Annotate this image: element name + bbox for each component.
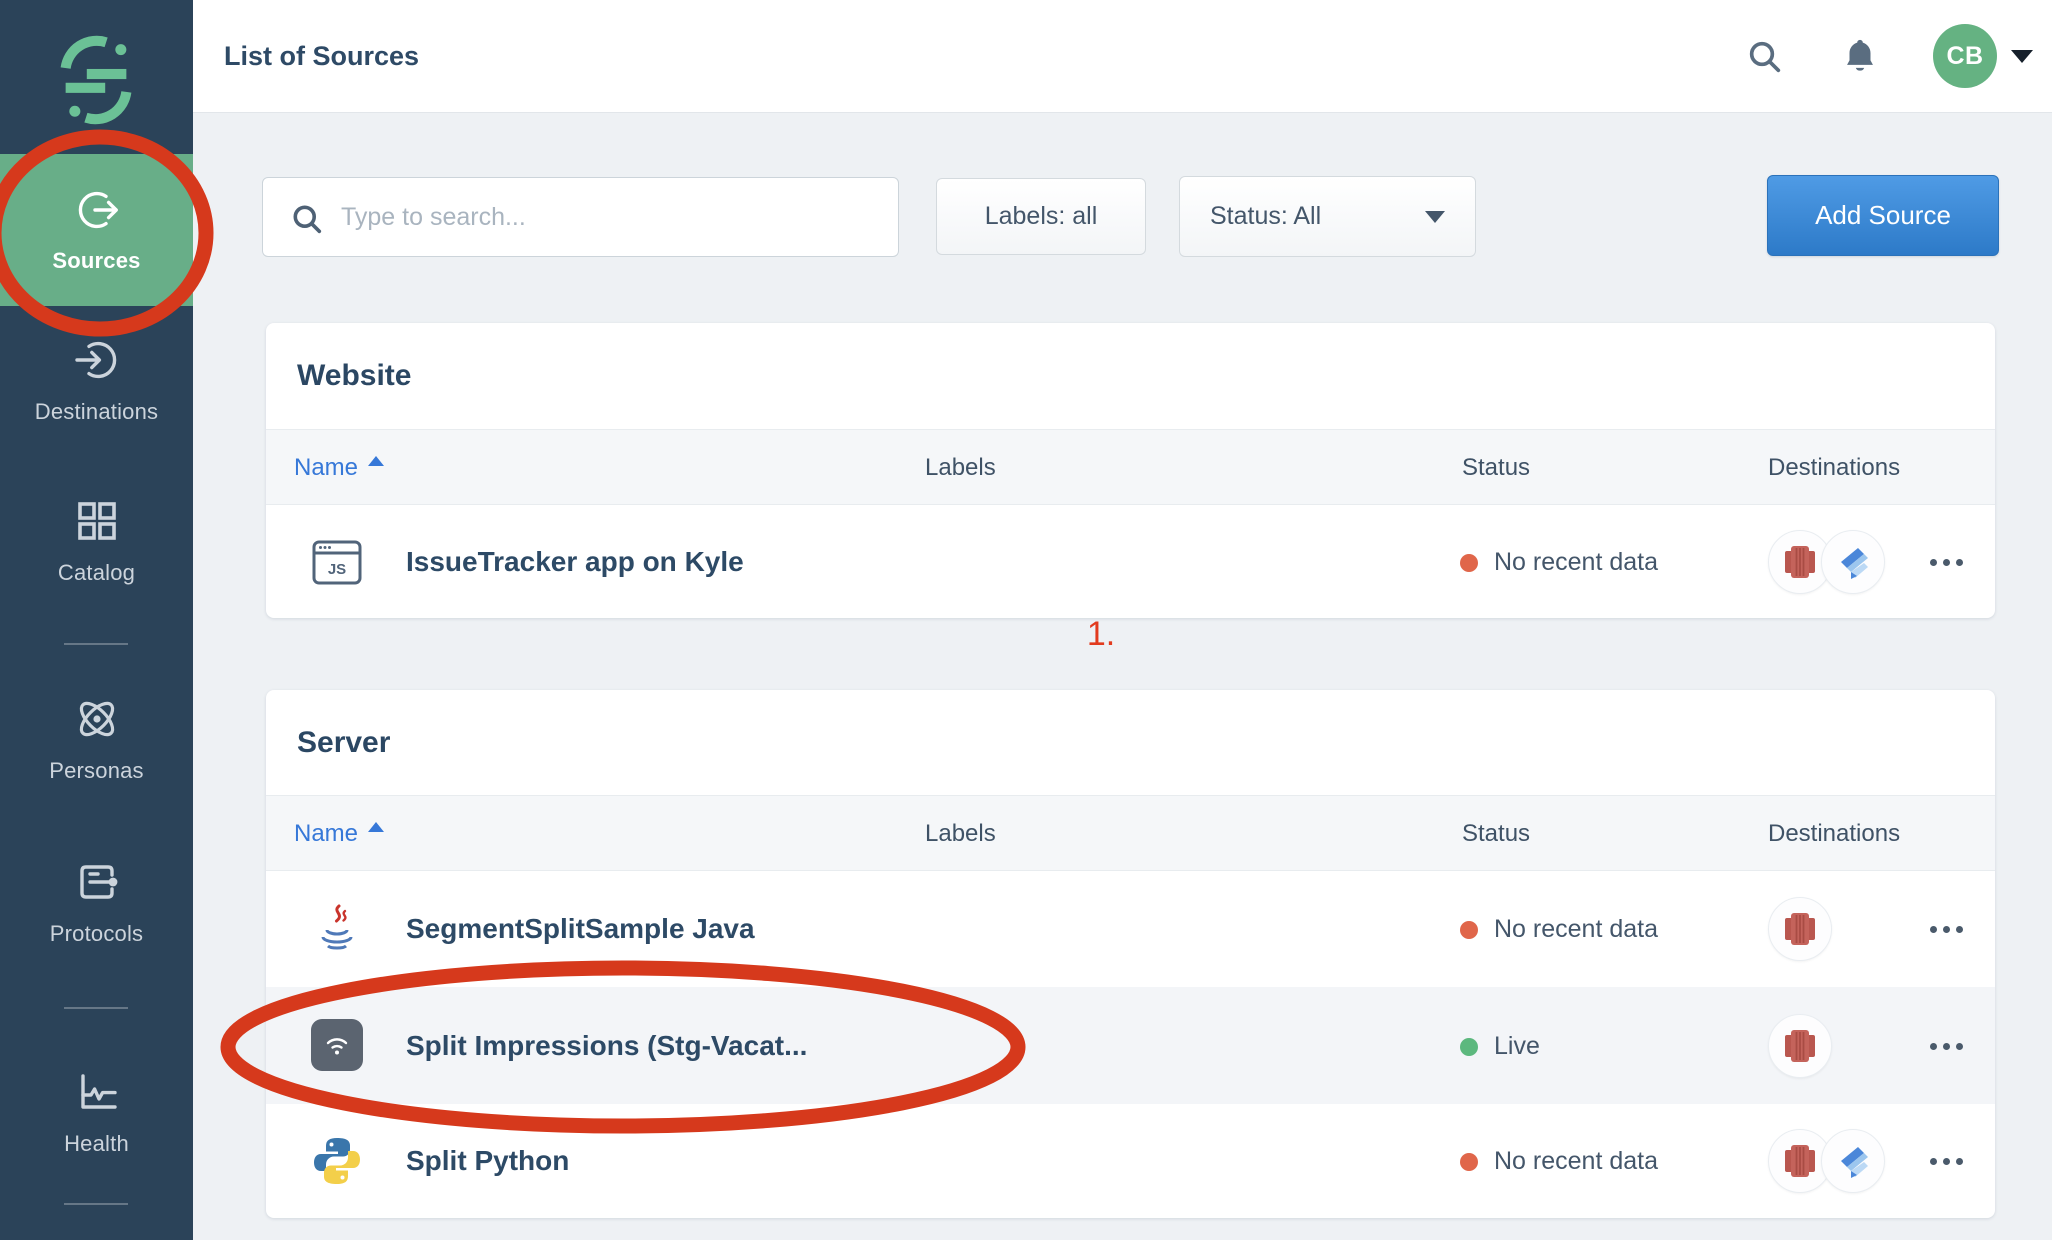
- sidebar-item-label: Personas: [49, 758, 144, 784]
- page-title: List of Sources: [224, 0, 419, 113]
- wifi-icon: [320, 1028, 354, 1062]
- redshift-icon: [1780, 542, 1820, 582]
- bell-icon: [1839, 36, 1881, 78]
- catalog-grid-icon: [73, 497, 121, 545]
- server-source-icon: [311, 1019, 363, 1071]
- card-title: Server: [297, 690, 390, 796]
- column-header-destinations: Destinations: [1768, 796, 1900, 872]
- sidebar-divider: [64, 1203, 128, 1205]
- avatar[interactable]: CB: [1933, 24, 1997, 88]
- table-header: Name Labels Status Destinations: [266, 429, 1995, 505]
- sidebar-item-destinations[interactable]: Destinations: [0, 336, 193, 425]
- global-search-button[interactable]: [1745, 0, 1785, 113]
- status-text: No recent data: [1494, 1147, 1658, 1176]
- row-overflow-menu[interactable]: [1930, 1151, 1974, 1171]
- status-dot: [1460, 1038, 1478, 1056]
- destination-badge-redshift[interactable]: [1768, 897, 1832, 961]
- column-header-status: Status: [1462, 796, 1530, 872]
- blue-s-logo-icon: [1833, 1141, 1873, 1181]
- account-menu-button[interactable]: [2011, 0, 2033, 113]
- sidebar-item-protocols[interactable]: Protocols: [0, 858, 193, 947]
- health-chart-icon: [73, 1068, 121, 1116]
- table-header: Name Labels Status Destinations: [266, 795, 1995, 871]
- row-overflow-menu[interactable]: [1930, 919, 1974, 939]
- sidebar-item-personas[interactable]: Personas: [0, 695, 193, 784]
- notifications-button[interactable]: [1839, 0, 1881, 113]
- redshift-icon: [1780, 1141, 1820, 1181]
- sidebar-item-sources[interactable]: Sources: [0, 154, 193, 306]
- destinations-icon: [73, 336, 121, 384]
- labels-filter-label: Labels: all: [985, 202, 1098, 231]
- destination-badge-blue-s[interactable]: [1821, 1129, 1885, 1193]
- sidebar-item-label: Health: [64, 1131, 129, 1157]
- destination-badge-blue-s[interactable]: [1821, 530, 1885, 594]
- sidebar-item-label: Sources: [52, 248, 140, 274]
- status-filter-dropdown[interactable]: Status: All: [1179, 176, 1476, 257]
- java-source-icon: [311, 903, 363, 955]
- protocols-icon: [73, 858, 121, 906]
- source-name-link[interactable]: Split Python: [406, 1145, 569, 1177]
- column-header-name[interactable]: Name: [294, 796, 384, 872]
- annotation-step-number: 1.: [1071, 615, 1131, 654]
- card-title: Website: [297, 323, 411, 429]
- column-header-status: Status: [1462, 430, 1530, 506]
- personas-atom-icon: [73, 695, 121, 743]
- column-header-destinations: Destinations: [1768, 430, 1900, 506]
- sidebar-item-catalog[interactable]: Catalog: [0, 497, 193, 586]
- status-filter-label: Status: All: [1210, 202, 1321, 231]
- status-text: Live: [1494, 1032, 1540, 1061]
- top-bar: List of Sources CB: [193, 0, 2052, 113]
- status-dot: [1460, 921, 1478, 939]
- sort-ascending-icon: [368, 822, 384, 832]
- table-row[interactable]: SegmentSplitSample Java No recent data: [266, 872, 1995, 987]
- segment-logo-icon: [50, 34, 142, 126]
- avatar-initials: CB: [1946, 42, 1983, 71]
- status-text: No recent data: [1494, 915, 1658, 944]
- source-name-link[interactable]: Split Impressions (Stg-Vacat...: [406, 1030, 807, 1062]
- svg-text:JS: JS: [328, 561, 346, 578]
- segment-logo[interactable]: [50, 34, 142, 126]
- blue-s-logo-icon: [1833, 542, 1873, 582]
- table-row[interactable]: Split Impressions (Stg-Vacat... Live: [266, 987, 1995, 1104]
- table-row[interactable]: JS IssueTracker app on Kyle No recent da…: [266, 506, 1995, 618]
- destination-badge-redshift[interactable]: [1768, 1014, 1832, 1078]
- python-source-icon: [311, 1135, 363, 1187]
- sidebar-item-health[interactable]: Health: [0, 1068, 193, 1157]
- chevron-down-icon: [2011, 50, 2033, 63]
- website-sources-card: Website Name Labels Status Destinations …: [266, 323, 1995, 618]
- chevron-down-icon: [1425, 211, 1445, 223]
- row-overflow-menu[interactable]: [1930, 1036, 1974, 1056]
- sidebar-item-label: Catalog: [58, 560, 135, 586]
- javascript-source-icon: JS: [311, 536, 363, 588]
- table-row[interactable]: Split Python No recent data: [266, 1104, 1995, 1218]
- column-header-name[interactable]: Name: [294, 430, 384, 506]
- sources-icon: [73, 186, 121, 234]
- search-icon: [1745, 37, 1785, 77]
- main-area: List of Sources CB: [193, 0, 2052, 1240]
- column-header-labels: Labels: [925, 796, 996, 872]
- sidebar-item-label: Destinations: [35, 399, 158, 425]
- sidebar-divider: [64, 1007, 128, 1009]
- status-dot: [1460, 554, 1478, 572]
- redshift-icon: [1780, 909, 1820, 949]
- server-sources-card: Server Name Labels Status Destinations S…: [266, 690, 1995, 1218]
- source-name-link[interactable]: IssueTracker app on Kyle: [406, 546, 744, 578]
- search-input[interactable]: [263, 178, 898, 256]
- sidebar-divider: [64, 643, 128, 645]
- sidebar: Sources Destinations Catalog: [0, 0, 193, 1240]
- column-header-labels: Labels: [925, 430, 996, 506]
- sidebar-item-label: Protocols: [50, 921, 144, 947]
- row-overflow-menu[interactable]: [1930, 552, 1974, 572]
- status-text: No recent data: [1494, 548, 1658, 577]
- status-dot: [1460, 1153, 1478, 1171]
- add-source-button[interactable]: Add Source: [1767, 175, 1999, 256]
- source-name-link[interactable]: SegmentSplitSample Java: [406, 913, 755, 945]
- labels-filter-button[interactable]: Labels: all: [936, 178, 1146, 255]
- sort-ascending-icon: [368, 456, 384, 466]
- source-search: [262, 177, 899, 257]
- redshift-icon: [1780, 1026, 1820, 1066]
